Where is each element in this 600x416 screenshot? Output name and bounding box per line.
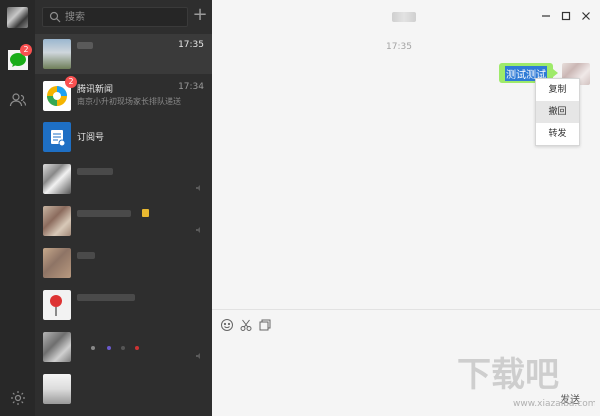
item-title: 腾讯新闻 — [77, 85, 114, 95]
minimize-icon[interactable] — [540, 10, 552, 22]
list-item[interactable]: 2 腾讯新闻 南京小升初现场家长排队递送 17:34 — [35, 76, 212, 116]
avatar[interactable] — [7, 7, 28, 28]
contact-avatar — [43, 164, 71, 194]
chat-title-blurred — [392, 12, 416, 22]
list-item[interactable] — [35, 243, 212, 283]
contact-avatar — [43, 248, 71, 278]
contact-avatar — [43, 290, 71, 320]
item-time: 17:34 — [178, 82, 204, 92]
contact-avatar — [43, 332, 71, 362]
contact-avatar — [43, 206, 71, 236]
svg-text:下载吧: 下载吧 — [457, 355, 559, 395]
scissors-icon[interactable] — [239, 318, 253, 332]
time-divider: 17:35 — [386, 42, 412, 52]
emoji-icon[interactable] — [220, 318, 234, 332]
search-box — [42, 7, 188, 27]
search-icon — [49, 11, 61, 26]
list-item[interactable] — [35, 159, 212, 199]
subscription-icon — [43, 122, 71, 152]
settings-icon[interactable] — [8, 388, 28, 408]
menu-item-recall[interactable]: 撤回 — [536, 101, 579, 123]
close-icon[interactable] — [580, 10, 592, 22]
mute-icon — [195, 223, 203, 237]
search-input[interactable] — [65, 9, 183, 25]
menu-item-copy[interactable]: 复制 — [536, 79, 579, 101]
unread-badge: 2 — [20, 44, 32, 56]
add-icon[interactable]: + — [192, 6, 208, 24]
list-item[interactable]: 订阅号 — [35, 117, 212, 157]
input-divider — [212, 309, 600, 310]
list-item[interactable] — [35, 369, 212, 409]
nav-rail: 2 — [0, 0, 35, 416]
context-menu: 复制 撤回 转发 — [535, 78, 580, 146]
emoji-row — [89, 341, 143, 350]
list-item[interactable]: 17:35 — [35, 34, 212, 74]
mute-icon — [195, 349, 203, 363]
emoji-icon — [142, 209, 149, 217]
item-title: 订阅号 — [77, 133, 105, 143]
list-item[interactable] — [35, 327, 212, 367]
contact-avatar — [43, 374, 71, 404]
contact-name-blurred — [77, 294, 135, 301]
contact-name-blurred — [77, 252, 95, 259]
list-item[interactable] — [35, 201, 212, 241]
item-subtitle: 南京小升初现场家长排队递送 — [77, 97, 181, 106]
watermark-logo: 下载吧 www.xiazaiba.com — [455, 350, 597, 410]
maximize-icon[interactable] — [560, 10, 572, 22]
mute-icon — [195, 181, 203, 195]
contact-name-blurred — [77, 168, 113, 175]
contact-avatar — [43, 39, 71, 69]
svg-text:www.xiazaiba.com: www.xiazaiba.com — [513, 399, 595, 409]
folder-icon[interactable] — [258, 318, 272, 332]
chat-header — [212, 0, 600, 36]
menu-item-forward[interactable]: 转发 — [536, 123, 579, 145]
contacts-icon[interactable] — [8, 90, 28, 110]
conversation-list: + 17:35 2 腾讯新闻 南京小升初现场家长排队递送 17:34 订阅号 — [35, 0, 212, 416]
unread-badge: 2 — [65, 76, 77, 88]
list-item[interactable] — [35, 285, 212, 325]
item-time: 17:35 — [178, 40, 204, 50]
contact-name-blurred — [77, 42, 93, 49]
contact-name-blurred — [77, 210, 131, 217]
